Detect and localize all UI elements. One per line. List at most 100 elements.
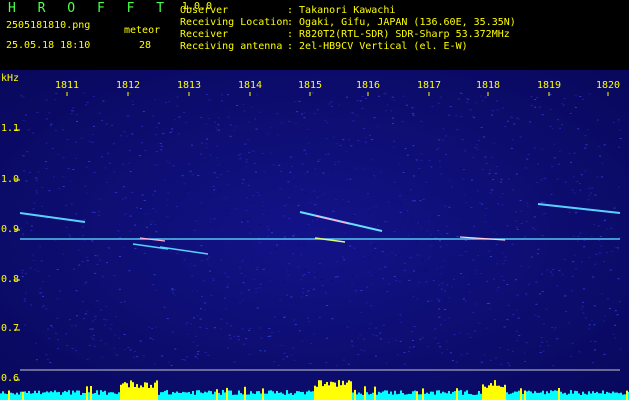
noise-pixel — [169, 251, 172, 253]
noise-pixel — [551, 128, 554, 130]
noise-pixel — [290, 165, 293, 167]
noise-pixel — [152, 115, 155, 117]
noise-pixel — [453, 278, 455, 280]
activity-bar — [414, 390, 416, 400]
noise-pixel — [588, 93, 591, 95]
noise-pixel — [528, 266, 531, 268]
noise-pixel — [252, 150, 255, 152]
activity-bar — [400, 390, 402, 400]
noise-pixel — [398, 227, 401, 229]
noise-pixel — [152, 339, 154, 340]
noise-pixel — [292, 177, 295, 179]
noise-pixel — [561, 309, 564, 311]
noise-pixel — [209, 270, 211, 272]
noise-pixel — [303, 244, 305, 246]
noise-pixel — [25, 176, 28, 178]
noise-pixel — [313, 113, 316, 115]
noise-pixel — [585, 174, 588, 176]
noise-pixel — [420, 227, 423, 229]
noise-pixel — [409, 347, 411, 349]
activity-bar — [568, 393, 570, 400]
noise-pixel — [287, 138, 290, 140]
noise-pixel — [200, 245, 203, 247]
noise-pixel — [450, 310, 453, 311]
noise-pixel — [94, 318, 97, 320]
noise-pixel — [440, 273, 443, 275]
noise-pixel — [302, 287, 305, 289]
noise-pixel — [398, 281, 401, 282]
noise-pixel — [138, 155, 141, 157]
noise-pixel — [319, 266, 322, 268]
noise-pixel — [201, 295, 203, 297]
noise-pixel — [237, 154, 240, 156]
noise-pixel — [489, 359, 492, 361]
noise-pixel — [245, 210, 248, 211]
noise-pixel — [80, 137, 83, 139]
noise-pixel — [366, 302, 369, 304]
activity-bar — [310, 391, 312, 400]
noise-pixel — [347, 201, 350, 203]
noise-pixel — [455, 115, 457, 117]
noise-pixel — [603, 144, 606, 146]
noise-pixel — [442, 128, 445, 130]
noise-pixel — [293, 234, 296, 236]
activity-bar — [70, 394, 72, 400]
activity-bar — [474, 395, 476, 400]
noise-pixel — [412, 232, 414, 234]
noise-pixel — [298, 100, 301, 102]
noise-pixel — [167, 216, 169, 218]
noise-pixel — [541, 235, 544, 236]
activity-bar — [128, 387, 130, 400]
activity-bar — [158, 394, 160, 400]
noise-pixel — [92, 334, 95, 336]
noise-pixel — [527, 283, 530, 285]
noise-pixel — [410, 331, 413, 332]
noise-pixel — [282, 358, 285, 360]
activity-bar — [46, 391, 48, 400]
noise-pixel — [24, 273, 27, 275]
noise-pixel — [166, 186, 169, 188]
noise-pixel — [449, 288, 452, 290]
activity-bar — [302, 391, 304, 400]
noise-pixel — [82, 226, 85, 228]
noise-pixel — [534, 314, 537, 316]
noise-pixel — [436, 268, 438, 270]
noise-pixel — [447, 199, 450, 201]
noise-pixel — [315, 102, 318, 104]
activity-bar — [296, 391, 298, 400]
noise-pixel — [48, 190, 51, 192]
noise-pixel — [563, 259, 566, 260]
noise-pixel — [144, 150, 147, 152]
noise-pixel — [430, 166, 433, 168]
activity-bar — [62, 392, 64, 400]
noise-pixel — [171, 289, 174, 291]
noise-pixel — [55, 92, 58, 94]
noise-pixel — [89, 313, 92, 315]
activity-bar — [274, 393, 276, 400]
activity-bar — [6, 394, 8, 400]
noise-pixel — [26, 151, 29, 153]
noise-pixel — [479, 95, 482, 97]
noise-pixel — [573, 254, 576, 256]
noise-pixel — [439, 346, 442, 348]
noise-pixel — [537, 248, 540, 250]
noise-pixel — [184, 122, 187, 124]
noise-pixel — [390, 110, 393, 112]
noise-pixel — [611, 251, 614, 252]
noise-pixel — [412, 145, 415, 147]
noise-pixel — [511, 350, 514, 352]
noise-pixel — [543, 174, 546, 176]
noise-pixel — [21, 272, 24, 274]
noise-pixel — [192, 358, 195, 360]
noise-pixel — [286, 204, 288, 206]
noise-pixel — [417, 292, 420, 294]
noise-pixel — [346, 179, 348, 181]
activity-bar — [432, 391, 434, 400]
noise-pixel — [97, 214, 100, 216]
noise-pixel — [399, 314, 402, 316]
noise-pixel — [255, 287, 257, 289]
noise-pixel — [593, 305, 596, 307]
noise-pixel — [503, 259, 506, 261]
noise-pixel — [591, 362, 594, 364]
noise-pixel — [170, 245, 173, 247]
